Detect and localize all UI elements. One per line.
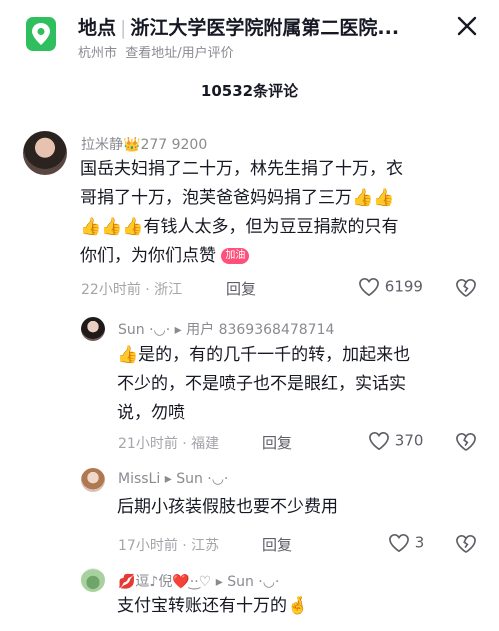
username-text: MissLi: [118, 471, 161, 487]
location-label: 地点: [78, 17, 117, 39]
reply-arrow-icon: ▸: [215, 574, 223, 590]
reply-arrow-icon: ▸: [164, 471, 172, 487]
crown-icon: 👑: [123, 137, 141, 153]
comment-line: 说，勿喷: [117, 403, 185, 423]
cheer-badge: 加油: [221, 248, 250, 264]
place-name: 浙江大学医学院附属第二医院...: [130, 17, 400, 39]
reply-to-user: Sun ·◡·: [227, 574, 280, 590]
comment-text: 国岳夫妇捐了二十万，林先生捐了十万，衣 哥捐了十万，泡芙爸爸妈妈捐了三万👍👍 👍…: [80, 155, 480, 271]
comment-count: 10532条评论: [200, 82, 299, 100]
comment-line: 👍是的，有的几千一千的转，加起来也: [117, 345, 411, 365]
avatar[interactable]: [81, 568, 105, 592]
username-suffix: 277 9200: [140, 137, 208, 153]
comment-text: 支付宝转账还有十万的🤞: [117, 592, 482, 621]
comment-time-location: 22小时前 · 浙江: [81, 282, 183, 298]
comment-time-location: 17小时前 · 江苏: [118, 538, 220, 554]
reply-to-user: Sun ·◡·: [176, 471, 229, 487]
comment-username[interactable]: Sun ·◡· ▸ 用户 8369368478714: [118, 319, 334, 339]
broken-heart-icon[interactable]: [455, 431, 477, 452]
like-count: 6199: [384, 277, 423, 296]
like-count: 3: [414, 533, 425, 552]
comment-username[interactable]: 拉米静👑277 9200: [81, 134, 207, 154]
place-title[interactable]: 地点 | 浙江大学医学院附属第二医院...: [78, 13, 418, 40]
map-pin-icon[interactable]: [26, 17, 56, 51]
comment-line: 不少的，不是喷子也不是眼红，实话实: [117, 374, 406, 394]
close-icon[interactable]: [453, 12, 481, 40]
reply-to-user: 用户 8369368478714: [186, 322, 335, 338]
avatar[interactable]: [81, 317, 105, 341]
location-header: 地点 | 浙江大学医学院附属第二医院... 杭州市 查看地址/用户评价: [0, 0, 499, 66]
like-button[interactable]: 6199: [358, 277, 423, 297]
comment-line: 支付宝转账还有十万的🤞: [117, 596, 309, 616]
avatar[interactable]: [23, 131, 67, 175]
broken-heart-icon[interactable]: [455, 277, 477, 298]
reply-button[interactable]: 回复: [226, 278, 256, 299]
comment-text: 后期小孩装假肢也要不少费用: [117, 493, 482, 522]
comment-line: 后期小孩装假肢也要不少费用: [117, 497, 338, 517]
comment-line: 你们，为你们点赞: [80, 246, 216, 266]
comment-username[interactable]: MissLi ▸ Sun ·◡·: [118, 471, 228, 487]
comment-time-location: 21小时前 · 福建: [118, 436, 220, 452]
comment-line: 哥捐了十万，泡芙爸爸妈妈捐了三万👍👍: [80, 188, 395, 208]
title-divider: |: [120, 17, 127, 39]
heart-icon: [369, 431, 389, 451]
city-name: 杭州市: [78, 46, 118, 61]
username-text: 💋逗♪倪❤️·͜·♡: [118, 574, 212, 590]
like-button[interactable]: 370: [368, 431, 423, 451]
view-address-link[interactable]: 查看地址/用户评价: [125, 46, 233, 61]
heart-icon: [389, 533, 409, 553]
like-count: 370: [394, 431, 424, 450]
comment-line: 👍👍👍有钱人太多，但为豆豆捐款的只有: [80, 217, 399, 237]
username-text: 拉米静: [81, 137, 123, 153]
like-button[interactable]: 3: [388, 533, 424, 553]
comment-username[interactable]: 💋逗♪倪❤️·͜·♡ ▸ Sun ·◡·: [118, 571, 279, 591]
reply-button[interactable]: 回复: [262, 432, 292, 453]
comment-text: 👍是的，有的几千一千的转，加起来也 不少的，不是喷子也不是眼红，实话实 说，勿喷: [117, 341, 482, 428]
place-subtitle: 杭州市 查看地址/用户评价: [78, 42, 234, 61]
reply-button[interactable]: 回复: [262, 534, 292, 555]
broken-heart-icon[interactable]: [455, 533, 477, 554]
heart-icon: [359, 277, 379, 297]
avatar[interactable]: [81, 468, 105, 492]
reply-arrow-icon: ▸: [174, 322, 182, 338]
comment-line: 国岳夫妇捐了二十万，林先生捐了十万，衣: [80, 159, 403, 179]
username-text: Sun ·◡·: [118, 322, 171, 338]
